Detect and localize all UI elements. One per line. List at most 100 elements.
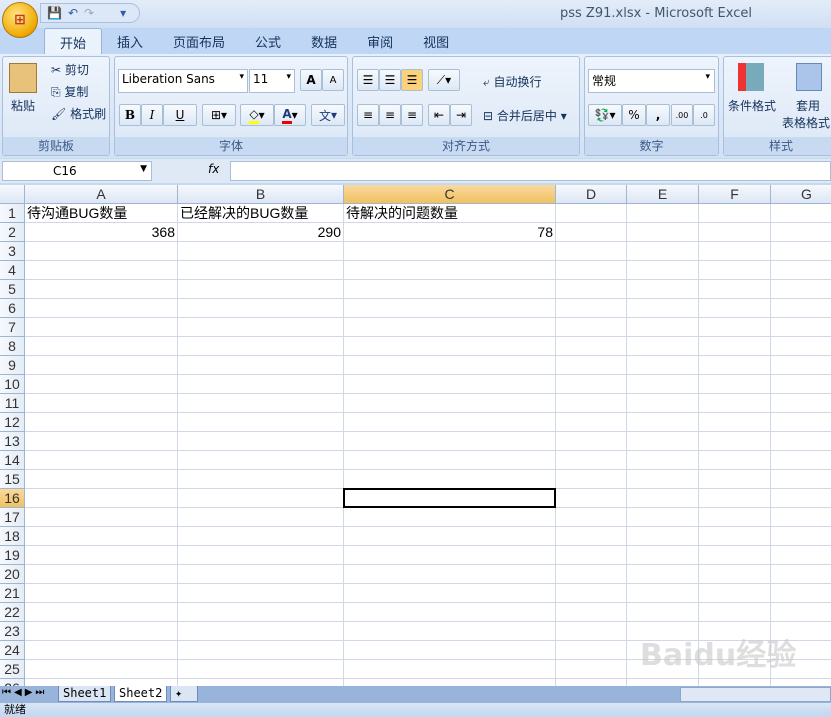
font-size-dropdown[interactable]: 11 ▾: [249, 69, 295, 93]
decrease-decimal-button[interactable]: .0: [693, 104, 715, 126]
row-header-3[interactable]: 3: [0, 242, 25, 261]
orientation-button[interactable]: ⟋▾: [428, 69, 460, 91]
cell-f8[interactable]: [699, 337, 771, 356]
cell-f3[interactable]: [699, 242, 771, 261]
cell-e7[interactable]: [627, 318, 699, 337]
cell-a3[interactable]: [25, 242, 178, 261]
number-format-dropdown[interactable]: 常规 ▾: [588, 69, 715, 93]
cell-a8[interactable]: [25, 337, 178, 356]
tab-view[interactable]: 视图: [408, 28, 464, 54]
cell-f15[interactable]: [699, 470, 771, 489]
cell-a25[interactable]: [25, 660, 178, 679]
cell-a26[interactable]: [25, 679, 178, 686]
column-header-a[interactable]: A: [25, 185, 178, 204]
cell-b12[interactable]: [178, 413, 344, 432]
row-header-23[interactable]: 23: [0, 622, 25, 641]
cell-b9[interactable]: [178, 356, 344, 375]
cell-a19[interactable]: [25, 546, 178, 565]
cell-a16[interactable]: [25, 489, 178, 508]
cell-c1[interactable]: 待解决的问题数量: [344, 204, 556, 223]
cell-g4[interactable]: [771, 261, 831, 280]
cell-d21[interactable]: [556, 584, 627, 603]
cell-d14[interactable]: [556, 451, 627, 470]
column-header-f[interactable]: F: [699, 185, 771, 204]
cell-d8[interactable]: [556, 337, 627, 356]
cell-e2[interactable]: [627, 223, 699, 242]
column-header-e[interactable]: E: [627, 185, 699, 204]
cell-e8[interactable]: [627, 337, 699, 356]
spreadsheet-grid[interactable]: A B C D E F G 1 待沟通BUG数量 已经解决的BUG数量 待解决的问题数量 2 368 29…: [0, 185, 831, 686]
cell-b7[interactable]: [178, 318, 344, 337]
row-header-8[interactable]: 8: [0, 337, 25, 356]
cell-a6[interactable]: [25, 299, 178, 318]
row-header-18[interactable]: 18: [0, 527, 25, 546]
tab-insert[interactable]: 插入: [102, 28, 158, 54]
row-header-14[interactable]: 14: [0, 451, 25, 470]
cell-b2[interactable]: 290: [178, 223, 344, 242]
cell-e3[interactable]: [627, 242, 699, 261]
align-top-button[interactable]: ☰: [357, 69, 379, 91]
cell-a15[interactable]: [25, 470, 178, 489]
cell-a22[interactable]: [25, 603, 178, 622]
cell-b23[interactable]: [178, 622, 344, 641]
cell-f5[interactable]: [699, 280, 771, 299]
select-all-corner[interactable]: [0, 185, 25, 204]
align-left-button[interactable]: ≡: [357, 104, 379, 126]
cell-g22[interactable]: [771, 603, 831, 622]
cell-d1[interactable]: [556, 204, 627, 223]
align-center-button[interactable]: ≡: [379, 104, 401, 126]
tab-page-layout[interactable]: 页面布局: [158, 28, 240, 54]
cell-a2[interactable]: 368: [25, 223, 178, 242]
office-button[interactable]: ⊞: [2, 2, 38, 38]
cell-g12[interactable]: [771, 413, 831, 432]
shrink-font-button[interactable]: A: [322, 69, 344, 91]
cell-f22[interactable]: [699, 603, 771, 622]
cell-f16[interactable]: [699, 489, 771, 508]
row-header-20[interactable]: 20: [0, 565, 25, 584]
cell-d5[interactable]: [556, 280, 627, 299]
cell-a14[interactable]: [25, 451, 178, 470]
cell-f9[interactable]: [699, 356, 771, 375]
format-as-table-button[interactable]: 套用: [796, 97, 820, 114]
cell-a4[interactable]: [25, 261, 178, 280]
cell-c22[interactable]: [344, 603, 556, 622]
cell-b22[interactable]: [178, 603, 344, 622]
row-header-5[interactable]: 5: [0, 280, 25, 299]
cell-a13[interactable]: [25, 432, 178, 451]
sheet-tab-sheet1[interactable]: Sheet1: [58, 686, 112, 702]
cut-button[interactable]: ✂ 剪切: [51, 61, 89, 78]
cell-c15[interactable]: [344, 470, 556, 489]
cell-g26[interactable]: [771, 679, 831, 686]
paste-button[interactable]: 粘贴: [11, 97, 35, 114]
cell-g7[interactable]: [771, 318, 831, 337]
format-as-table-label-2[interactable]: 表格格式: [782, 114, 830, 131]
cell-f21[interactable]: [699, 584, 771, 603]
insert-sheet-button[interactable]: ✦: [170, 686, 198, 702]
cell-e10[interactable]: [627, 375, 699, 394]
cell-g18[interactable]: [771, 527, 831, 546]
font-color-button[interactable]: A ▾: [274, 104, 306, 126]
copy-button[interactable]: ⎘ 复制: [51, 83, 88, 100]
increase-decimal-button[interactable]: .00: [671, 104, 693, 126]
insert-function-button[interactable]: fx: [208, 162, 219, 176]
cell-d22[interactable]: [556, 603, 627, 622]
cell-b16[interactable]: [178, 489, 344, 508]
cell-c19[interactable]: [344, 546, 556, 565]
cell-a17[interactable]: [25, 508, 178, 527]
cell-e6[interactable]: [627, 299, 699, 318]
cell-b20[interactable]: [178, 565, 344, 584]
underline-button[interactable]: U: [163, 104, 197, 126]
cell-f12[interactable]: [699, 413, 771, 432]
increase-indent-button[interactable]: ⇥: [450, 104, 472, 126]
cell-g2[interactable]: [771, 223, 831, 242]
align-bottom-button[interactable]: ☰: [401, 69, 423, 91]
cell-d24[interactable]: [556, 641, 627, 660]
cell-g19[interactable]: [771, 546, 831, 565]
cell-c7[interactable]: [344, 318, 556, 337]
row-header-17[interactable]: 17: [0, 508, 25, 527]
cell-f18[interactable]: [699, 527, 771, 546]
cell-g6[interactable]: [771, 299, 831, 318]
cell-d20[interactable]: [556, 565, 627, 584]
align-middle-button[interactable]: ☰: [379, 69, 401, 91]
cell-c13[interactable]: [344, 432, 556, 451]
